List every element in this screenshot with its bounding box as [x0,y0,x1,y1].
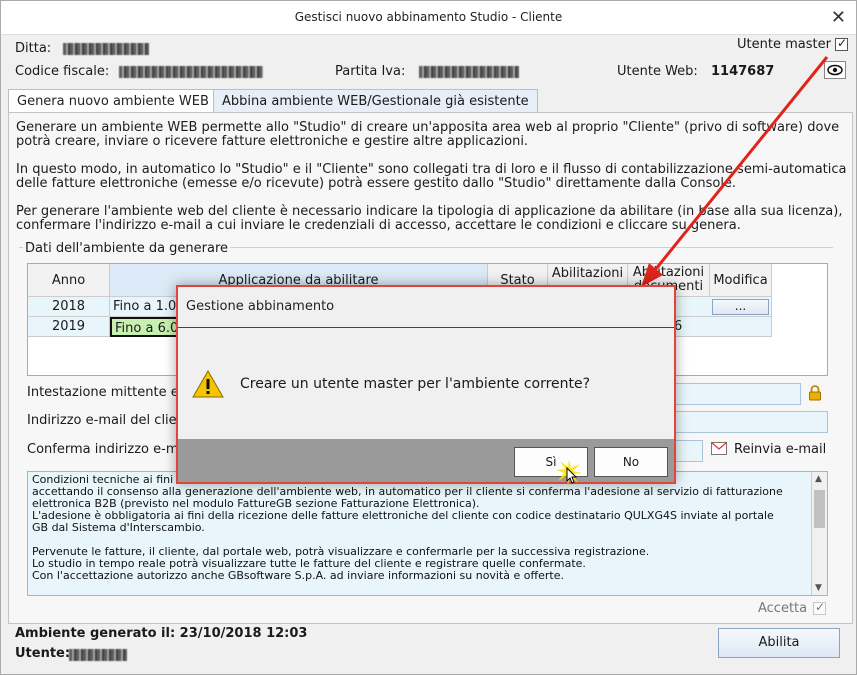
close-icon[interactable]: ✕ [831,7,846,28]
scroll-up-icon[interactable]: ▲ [815,474,822,484]
intro-paragraph-3: Per generare l'ambiente web del cliente … [16,204,843,233]
codice-fiscale-value-redacted [119,66,263,78]
conditions-text: Condizioni tecniche ai fini accettando i… [32,473,783,582]
intro-paragraph-1: Generare un ambiente WEB permette allo "… [16,120,840,149]
modifica-button[interactable]: ... [712,299,769,315]
eye-icon[interactable] [824,61,846,79]
accetta-label: Accetta [758,601,808,616]
partita-iva-value-redacted [419,66,519,78]
table-row-2-anno[interactable]: 2019 [28,317,110,337]
title-bar: Gestisci nuovo abbinamento Studio - Clie… [1,1,856,35]
tab-genera-ambiente[interactable]: Genera nuovo ambiente WEB [8,89,218,113]
dialog-message: Creare un utente master per l'ambiente c… [240,376,591,392]
partita-iva-label: Partita Iva: [335,64,406,79]
click-highlight-icon [556,459,582,488]
envelope-icon[interactable] [711,442,727,458]
lock-icon [808,385,822,404]
utente-web-value: 1147687 [711,64,775,79]
email-label: Indirizzo e-mail del clien [27,413,185,428]
utente-master-checkbox[interactable] [835,36,848,51]
scroll-down-icon[interactable]: ▼ [815,583,822,593]
utente-value-redacted [69,649,127,661]
codice-fiscale-label: Codice fiscale: [15,64,110,79]
header-anno: Anno [28,264,110,297]
window-title: Gestisci nuovo abbinamento Studio - Clie… [294,10,563,24]
conferma-email-label: Conferma indirizzo e-ma [27,442,187,457]
conditions-scrollbar[interactable]: ▲ ▼ [811,472,827,595]
utente-label: Utente: [15,646,71,661]
accetta-checkbox[interactable] [813,600,826,615]
dialog-divider [178,327,674,328]
ditta-value-redacted [63,43,149,55]
main-window: Gestisci nuovo abbinamento Studio - Clie… [0,0,857,675]
intro-paragraph-2: In questo modo, in automatico lo "Studio… [16,162,847,191]
conditions-textarea[interactable]: Condizioni tecniche ai fini accettando i… [27,471,828,596]
utente-master-label: Utente master [737,37,831,52]
header-modifica: Modifica [710,264,772,297]
ditta-label: Ditta: [15,41,52,56]
header-abilitazioni-2-text: Abilitazioni [632,265,705,280]
table-row-1-anno[interactable]: 2018 [28,297,110,317]
intestazione-label: Intestazione mittente e [27,385,179,400]
confirm-dialog: Gestione abbinamento Creare un utente ma… [176,285,676,485]
warning-icon [192,369,224,399]
abilita-button[interactable]: Abilita [718,628,840,658]
dialog-title: Gestione abbinamento [186,299,335,314]
header-abilitazioni-1-text: Abilitazioni [551,266,624,281]
ambiente-generato-label: Ambiente generato il: 23/10/2018 12:03 [15,626,308,641]
group-title: Dati dell'ambiente da generare [23,241,231,256]
scroll-thumb[interactable] [814,490,825,528]
reinvia-email-link[interactable]: Reinvia e-mail [734,442,826,457]
no-button[interactable]: No [594,447,668,477]
utente-web-label: Utente Web: [617,64,698,79]
tab-abbina-ambiente[interactable]: Abbina ambiente WEB/Gestionale già esist… [213,89,538,113]
